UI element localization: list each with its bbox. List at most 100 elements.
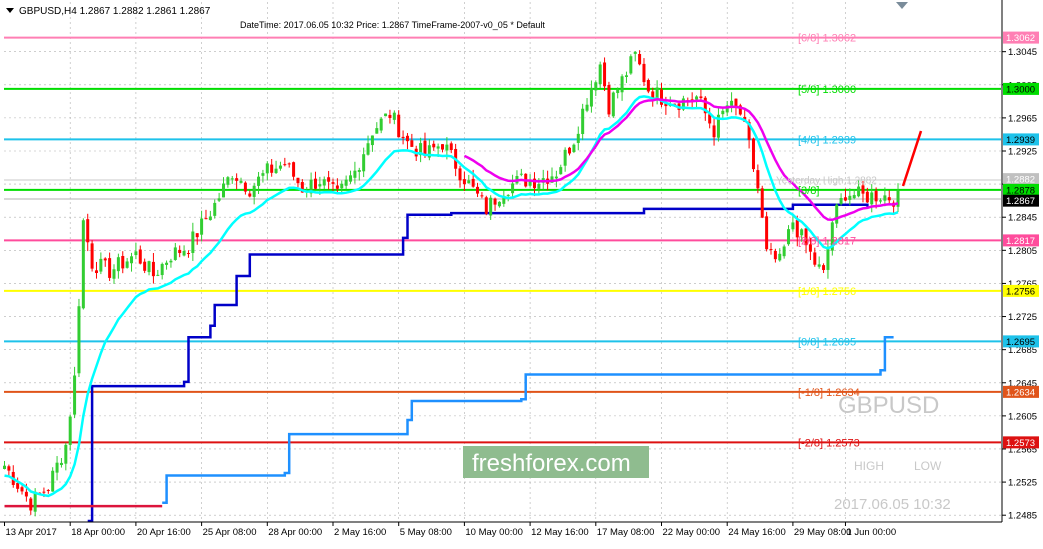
candle-body [191, 231, 195, 253]
candle-body [751, 138, 755, 170]
candle-body [484, 197, 488, 214]
candle-body [589, 87, 593, 107]
candle-body [603, 62, 607, 87]
candle-body [857, 186, 861, 197]
candle-body [138, 249, 142, 264]
candle-body [467, 180, 471, 184]
candle-body [458, 168, 462, 181]
candle-body [33, 491, 37, 512]
candle-body [537, 183, 541, 189]
candle-body [46, 490, 50, 492]
candle-body [843, 197, 847, 201]
candle-body [7, 466, 11, 471]
level-label: [3/8] [798, 185, 819, 197]
candle-body [375, 128, 379, 134]
candle-body [607, 85, 611, 115]
candle-body [230, 178, 234, 180]
candle-body [765, 216, 769, 250]
candle-body [327, 177, 331, 182]
candle-body [852, 195, 856, 199]
candle-body [462, 179, 466, 185]
brand-text: freshforex.com [472, 450, 631, 477]
candle-body [730, 100, 734, 106]
candle-body [77, 306, 81, 374]
candle-body [563, 149, 567, 166]
symbol-ohlc-line: GBPUSD,H4 1.2867 1.2882 1.2861 1.2867 [19, 6, 211, 17]
candle-body [800, 229, 804, 236]
level-label: [-2/8] 1.2573 [798, 437, 860, 449]
price-tag-text: 1.2756 [1006, 286, 1035, 297]
candle-body [94, 270, 98, 274]
price-axis[interactable]: 1.30451.30051.29651.29251.28851.28451.28… [1002, 47, 1037, 522]
y-tick-label: 1.2725 [1008, 312, 1037, 323]
x-tick-label: 22 May 00:00 [663, 527, 721, 538]
candle-body [103, 258, 107, 261]
candle-body [178, 249, 182, 254]
candle-body [108, 258, 112, 278]
candle-body [441, 144, 444, 150]
candle-body [826, 248, 830, 270]
candle-body [721, 110, 725, 115]
candle-body [813, 252, 817, 265]
candle-body [340, 183, 344, 189]
candle-body [401, 136, 405, 139]
candle-body [24, 491, 28, 497]
candle-body [86, 219, 90, 243]
candle-body [760, 188, 764, 218]
candle-body [3, 465, 6, 470]
candle-body [261, 173, 265, 176]
candle-body [42, 491, 46, 493]
candle-body [112, 269, 116, 279]
candle-body [252, 185, 256, 197]
candle-body [274, 168, 278, 174]
candle-body [156, 274, 160, 276]
candle-body [322, 179, 326, 186]
candle-body [370, 135, 374, 146]
candle-body [318, 184, 322, 187]
candle-body [296, 177, 300, 184]
price-tags: 1.30621.30001.29391.28821.28781.28671.28… [1003, 31, 1039, 449]
candle-body [257, 176, 261, 186]
candle-body [449, 143, 453, 150]
candle-body [59, 462, 63, 466]
y-tick-label: 1.2525 [1008, 478, 1037, 489]
candle-body [292, 162, 296, 177]
candle-body [874, 190, 878, 202]
watermark-symbol: GBPUSD [838, 392, 939, 419]
candle-body [756, 170, 760, 189]
candle-body [511, 183, 515, 194]
price-tag-text: 1.2939 [1006, 135, 1035, 146]
candle-body [519, 173, 523, 175]
candle-body [480, 195, 484, 197]
candle-body [357, 170, 361, 172]
candle-body [222, 183, 225, 198]
x-tick-label: 18 Apr 00:00 [71, 527, 125, 538]
candle-body [51, 470, 55, 492]
candle-body [629, 56, 633, 74]
candle-body [278, 165, 282, 169]
candle-body [835, 204, 839, 224]
level-label: [2/8] 1.2817 [798, 235, 856, 247]
candle-body [90, 243, 94, 269]
candle-body [405, 135, 409, 142]
x-tick-label: 20 Apr 16:00 [137, 527, 191, 538]
candle-body [594, 82, 598, 91]
candle-body [265, 163, 269, 174]
price-chart[interactable]: [6/8] 1.3062 [5/8] 1.3000 [4/8] 1.2939 [3/8… [0, 0, 1043, 544]
candle-body [388, 114, 392, 118]
candle-body [384, 113, 388, 117]
candle-body [445, 144, 449, 151]
candle-body [642, 63, 646, 83]
chart-window[interactable]: [6/8] 1.3062 [5/8] 1.3000 [4/8] 1.2939 [3/8… [0, 0, 1043, 544]
candle-body [213, 202, 217, 216]
candle-body [313, 178, 317, 189]
candle-body [598, 64, 602, 85]
x-tick-label: 24 May 16:00 [728, 527, 786, 538]
price-tag-text: 1.2695 [1006, 337, 1035, 348]
candle-body [695, 96, 699, 100]
candle-body [432, 143, 436, 148]
candle-body [778, 253, 782, 261]
candle-body [195, 233, 199, 238]
x-tick-label: 1 Jun 00:00 [846, 527, 896, 538]
candle-body [217, 198, 221, 201]
